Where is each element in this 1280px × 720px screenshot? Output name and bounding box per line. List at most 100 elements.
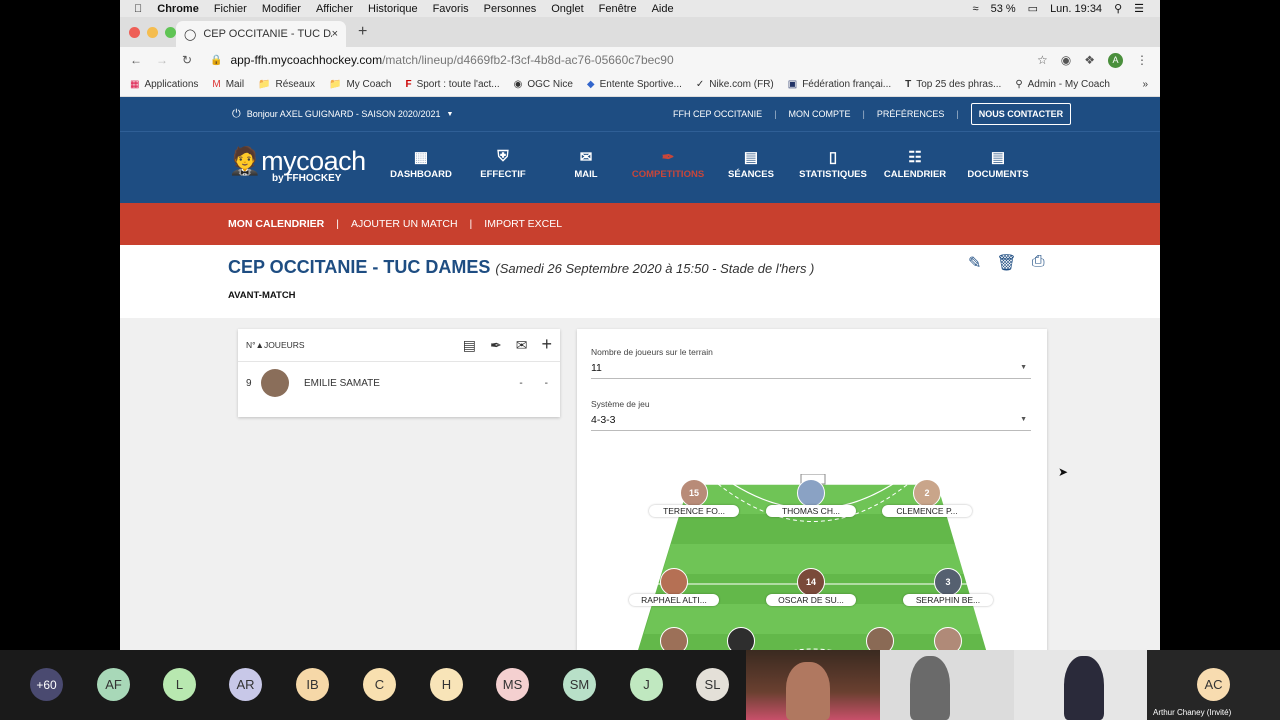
participant-avatar[interactable]: AF — [97, 668, 130, 701]
nav-seances[interactable]: ▤ SÉANCES — [709, 148, 793, 180]
participants-overflow[interactable]: +60 — [30, 668, 63, 701]
bookmark-star-icon[interactable]: ☆ — [1037, 53, 1048, 67]
participant-avatar[interactable]: H — [430, 668, 463, 701]
bookmarks-overflow-icon[interactable]: » — [1142, 79, 1160, 90]
menu-fenetre[interactable]: Fenêtre — [599, 3, 637, 15]
menu-list-icon[interactable]: ☰ — [1134, 2, 1144, 15]
participant-avatar[interactable]: AR — [229, 668, 262, 701]
subnav-import-excel[interactable]: IMPORT EXCEL — [484, 218, 562, 230]
avatar — [261, 369, 289, 397]
close-tab-icon[interactable]: × — [332, 28, 338, 40]
participant-video[interactable] — [880, 650, 1014, 720]
players-count-select[interactable]: Nombre de joueurs sur le terrain 11 ▼ — [591, 347, 1031, 379]
system-select[interactable]: Système de jeu 4-3-3 ▼ — [591, 399, 1031, 431]
trash-icon[interactable]: 🗑 — [996, 253, 1016, 273]
more-menu-icon[interactable]: ⋮ — [1136, 53, 1148, 67]
pitch-player[interactable] — [903, 627, 993, 650]
player-silhouette-icon: 🤵 — [228, 146, 262, 176]
link-mon-compte[interactable]: MON COMPTE — [789, 109, 851, 119]
menu-onglet[interactable]: Onglet — [551, 3, 583, 15]
participant-video[interactable] — [1014, 650, 1147, 720]
participant-video[interactable] — [746, 650, 880, 720]
participant-avatar[interactable]: IB — [296, 668, 329, 701]
profile-avatar[interactable]: A — [1108, 52, 1123, 68]
link-preferences[interactable]: PRÉFÉRENCES — [877, 109, 945, 119]
link-ffh-cep[interactable]: FFH CEP OCCITANIE — [673, 109, 762, 119]
url-field[interactable]: 🔒 app-ffh.mycoachhockey.com/match/lineup… — [210, 49, 1027, 71]
participant-tile[interactable]: AC Arthur Chaney (Invité) — [1147, 650, 1280, 720]
lineup-card: Nombre de joueurs sur le terrain 11 ▼ Sy… — [577, 329, 1047, 650]
print-icon[interactable]: ⎙ — [1032, 253, 1045, 273]
search-icon[interactable]: ⚲ — [1114, 2, 1122, 15]
participant-avatar[interactable]: SL — [696, 668, 729, 701]
menu-modifier[interactable]: Modifier — [262, 3, 301, 15]
pitch-player[interactable]: 2 CLEMENCE P... — [882, 479, 972, 517]
back-icon[interactable]: ← — [130, 53, 142, 67]
participant-avatar[interactable]: MS — [496, 668, 529, 701]
clock[interactable]: Lun. 19:34 — [1050, 3, 1102, 15]
browser-tab[interactable]: ◯ CEP OCCITANIE - TUC DAMES × — [176, 21, 346, 47]
nav-mail[interactable]: ✉ MAIL — [544, 148, 628, 180]
add-icon[interactable]: + — [541, 335, 552, 354]
edit-icon[interactable]: ✎ — [968, 253, 981, 273]
bookmark-mail[interactable]: M Mail — [212, 79, 244, 90]
pitch-player[interactable]: 3 SERAPHIN BE... — [903, 568, 993, 606]
extension-icon[interactable]: ◉ — [1061, 53, 1071, 67]
menu-favoris[interactable]: Favoris — [433, 3, 469, 15]
reload-icon[interactable]: ↻ — [182, 53, 192, 67]
bookmark-sport[interactable]: F Sport : toute l'act... — [405, 79, 499, 90]
bookmark-ogc-nice[interactable]: ◉ OGC Nice — [514, 79, 573, 90]
contact-button[interactable]: NOUS CONTACTER — [970, 103, 1072, 125]
bookmark-reseaux[interactable]: 📁 Réseaux — [258, 79, 315, 90]
minimize-window-button[interactable] — [147, 27, 158, 38]
apple-icon[interactable]:  — [134, 3, 142, 15]
menu-historique[interactable]: Historique — [368, 3, 418, 15]
list-icon[interactable]: ▤ — [463, 337, 476, 354]
nav-statistiques[interactable]: ▯ STATISTIQUES — [791, 148, 875, 180]
shield-icon: ⛨ — [497, 148, 509, 165]
participant-avatar[interactable]: SM — [563, 668, 596, 701]
menu-fichier[interactable]: Fichier — [214, 3, 247, 15]
subnav-ajouter-match[interactable]: AJOUTER UN MATCH — [351, 218, 458, 230]
bookmark-nike[interactable]: ✓ Nike.com (FR) — [696, 79, 774, 90]
bookmark-federation[interactable]: ▣ Fédération françai... — [788, 79, 891, 90]
participant-avatar[interactable]: J — [630, 668, 663, 701]
participant-avatar[interactable]: C — [363, 668, 396, 701]
wifi-icon[interactable]: ≈ — [973, 3, 979, 15]
bookmark-top25[interactable]: T Top 25 des phras... — [905, 79, 1001, 90]
pitch-player[interactable]: 14 OSCAR DE SU... — [766, 568, 856, 606]
list-header[interactable]: N°▲JOUEURS — [246, 340, 305, 350]
pitch-player[interactable]: 15 TERENCE FO... — [649, 479, 739, 517]
app-menu[interactable]: Chrome — [157, 3, 199, 15]
pitch-player[interactable] — [696, 627, 786, 650]
zoom-window-button[interactable] — [165, 27, 176, 38]
battery-status[interactable]: 53 % — [991, 3, 1016, 15]
dropdown-arrow-icon: ▼ — [1020, 364, 1027, 371]
menu-personnes[interactable]: Personnes — [484, 3, 537, 15]
nav-competitions[interactable]: ✒ COMPETITIONS — [626, 148, 710, 180]
bookmark-entente[interactable]: ◆ Entente Sportive... — [587, 79, 682, 90]
nav-documents[interactable]: ▤ DOCUMENTS — [956, 148, 1040, 180]
participant-avatar[interactable]: L — [163, 668, 196, 701]
pitch-player[interactable]: RAPHAEL ALTI... — [629, 568, 719, 606]
subnav-mon-calendrier[interactable]: MON CALENDRIER — [228, 218, 324, 230]
nav-dashboard[interactable]: ▦ DASHBOARD — [379, 148, 463, 180]
menu-afficher[interactable]: Afficher — [316, 3, 353, 15]
pitch-player[interactable]: THOMAS CH... — [766, 479, 856, 517]
bookmark-mycoach[interactable]: 📁 My Coach — [329, 79, 391, 90]
menu-aide[interactable]: Aide — [652, 3, 674, 15]
mail-icon[interactable]: ✉ — [516, 337, 528, 354]
power-icon[interactable]: ⏻ — [232, 108, 241, 121]
bookmark-admin[interactable]: ⚲ Admin - My Coach — [1015, 79, 1110, 90]
list-item[interactable]: 9 EMILIE SAMATE - - — [238, 362, 560, 404]
nav-calendrier[interactable]: ☷ CALENDRIER — [873, 148, 957, 180]
forward-icon[interactable]: → — [156, 53, 168, 67]
close-window-button[interactable] — [129, 27, 140, 38]
hockey-stick-icon[interactable]: ✒ — [490, 337, 502, 354]
mycoach-logo[interactable]: 🤵mycoach by FFHOCKEY — [228, 145, 366, 184]
bookmark-apps[interactable]: ▦ Applications — [130, 79, 198, 90]
greeting[interactable]: ⏻ Bonjour AXEL GUIGNARD - SAISON 2020/20… — [232, 108, 453, 121]
puzzle-icon[interactable]: ❖ — [1084, 53, 1095, 67]
new-tab-icon[interactable]: + — [358, 23, 367, 41]
nav-effectif[interactable]: ⛨ EFFECTIF — [461, 148, 545, 180]
